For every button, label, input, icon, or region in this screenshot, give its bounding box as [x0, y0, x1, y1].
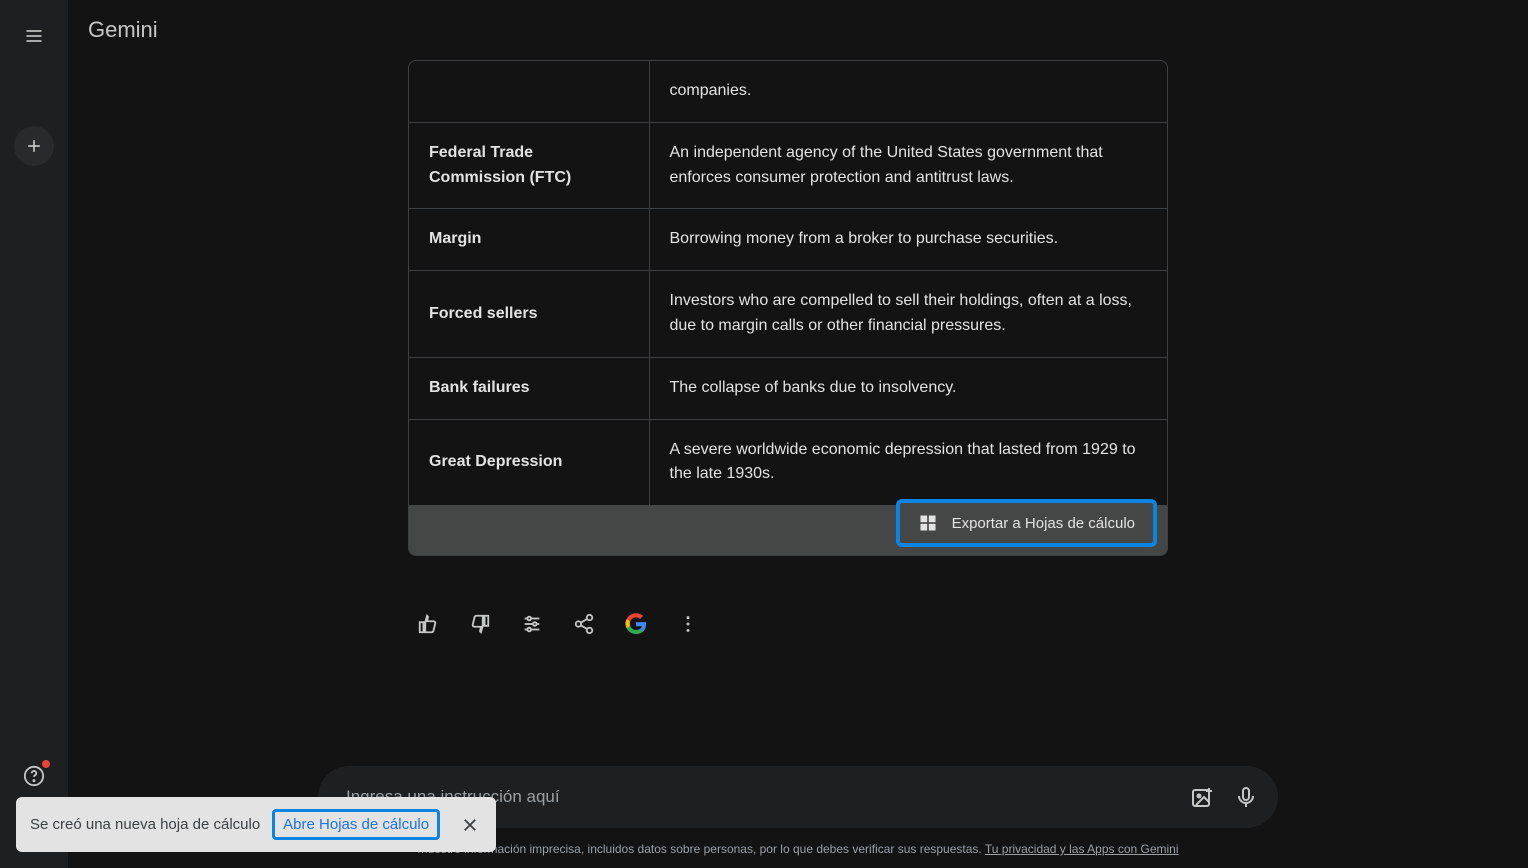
header: Gemini — [68, 0, 1528, 60]
table-row: Great Depression A severe worldwide econ… — [409, 419, 1167, 505]
close-icon — [461, 816, 479, 834]
main-content: companies. Federal Trade Commission (FTC… — [68, 60, 1528, 688]
share-icon — [573, 613, 595, 635]
disclaimer: muestre información imprecisa, incluidos… — [417, 842, 1178, 856]
mic-button[interactable] — [1234, 785, 1258, 809]
response-actions — [408, 612, 1168, 636]
google-search-button[interactable] — [624, 612, 648, 636]
menu-button[interactable] — [14, 16, 54, 56]
thumbs-down-icon — [469, 613, 491, 635]
thumbs-up-icon — [417, 613, 439, 635]
def-cell: The collapse of banks due to insolvency. — [649, 357, 1167, 419]
notification-dot — [42, 760, 50, 768]
privacy-link[interactable]: Tu privacidad y las Apps con Gemini — [985, 842, 1179, 856]
snackbar-close-button[interactable] — [458, 813, 482, 837]
sheets-icon — [918, 513, 938, 533]
more-vert-icon — [677, 613, 699, 635]
add-image-button[interactable] — [1190, 785, 1214, 809]
def-cell: An independent agency of the United Stat… — [649, 122, 1167, 209]
export-to-sheets-button[interactable]: Exportar a Hojas de cálculo — [896, 499, 1157, 547]
table-row: Bank failures The collapse of banks due … — [409, 357, 1167, 419]
menu-icon — [24, 26, 44, 46]
sidebar — [0, 0, 68, 868]
tune-button[interactable] — [520, 612, 544, 636]
table-row: companies. — [409, 61, 1167, 122]
table-row: Forced sellers Investors who are compell… — [409, 271, 1167, 358]
new-chat-button[interactable] — [14, 126, 54, 166]
def-cell: Investors who are compelled to sell thei… — [649, 271, 1167, 358]
def-cell: Borrowing money from a broker to purchas… — [649, 209, 1167, 271]
help-button[interactable] — [14, 756, 54, 796]
term-cell — [409, 61, 649, 122]
term-cell: Margin — [409, 209, 649, 271]
def-cell: A severe worldwide economic depression t… — [649, 419, 1167, 505]
share-button[interactable] — [572, 612, 596, 636]
table-row: Federal Trade Commission (FTC) An indepe… — [409, 122, 1167, 209]
table-row: Margin Borrowing money from a broker to … — [409, 209, 1167, 271]
term-cell: Forced sellers — [409, 271, 649, 358]
mic-icon — [1234, 785, 1258, 809]
tune-icon — [521, 613, 543, 635]
thumbs-down-button[interactable] — [468, 612, 492, 636]
term-cell: Bank failures — [409, 357, 649, 419]
snackbar: Se creó una nueva hoja de cálculo Abre H… — [16, 797, 496, 852]
snackbar-message: Se creó una nueva hoja de cálculo — [30, 816, 260, 833]
term-cell: Federal Trade Commission (FTC) — [409, 122, 649, 209]
term-cell: Great Depression — [409, 419, 649, 505]
help-icon — [23, 765, 45, 787]
more-options-button[interactable] — [676, 612, 700, 636]
image-plus-icon — [1190, 785, 1214, 809]
response-table: companies. Federal Trade Commission (FTC… — [408, 60, 1168, 556]
thumbs-up-button[interactable] — [416, 612, 440, 636]
google-icon — [625, 613, 647, 635]
app-title: Gemini — [88, 17, 158, 43]
plus-icon — [24, 136, 44, 156]
def-cell: companies. — [649, 61, 1167, 122]
snackbar-open-link[interactable]: Abre Hojas de cálculo — [272, 809, 440, 840]
export-label: Exportar a Hojas de cálculo — [952, 515, 1135, 532]
